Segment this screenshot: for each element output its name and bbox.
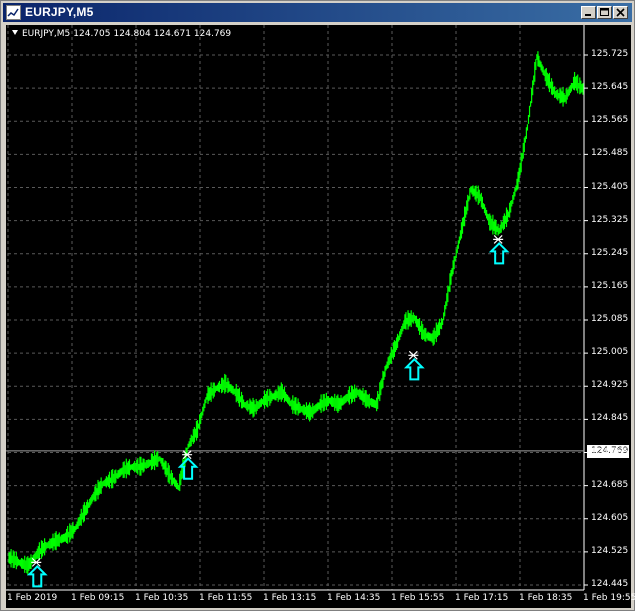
y-tick-label: 125.245	[591, 247, 629, 258]
arrow-shape	[488, 241, 510, 265]
x-tick-label: 1 Feb 19:55	[583, 593, 635, 603]
y-tick-label: 124.765	[591, 446, 629, 457]
y-tick-label: 125.325	[591, 214, 629, 225]
y-tick-label: 124.525	[591, 545, 629, 556]
x-tick-label: 1 Feb 18:35	[519, 593, 573, 603]
x-tick-label: 1 Feb 17:15	[455, 593, 509, 603]
buy-signal-arrow-icon	[26, 557, 48, 588]
y-tick-label: 124.605	[591, 512, 629, 523]
close-button[interactable]	[613, 6, 628, 19]
chart-header: EURJPY,M5 124.705 124.804 124.671 124.769	[12, 29, 234, 39]
y-tick-label: 125.725	[591, 49, 629, 59]
window-title: EURJPY,M5	[25, 5, 94, 19]
chart-window: EURJPY,M5 EURJPY,M5 124.705 124.804 124.671…	[0, 0, 635, 611]
buy-signal-arrow-icon	[488, 234, 510, 265]
y-tick-label: 125.005	[591, 347, 629, 358]
y-tick-label: 125.405	[591, 181, 629, 192]
maximize-button[interactable]	[597, 6, 612, 19]
minimize-icon	[585, 14, 591, 16]
x-tick-label: 1 Feb 13:15	[263, 593, 317, 603]
y-tick-label: 125.085	[591, 314, 629, 324]
x-tick-label: 1 Feb 2019	[7, 593, 58, 603]
y-tick-label: 124.925	[591, 380, 629, 391]
x-tick-label: 1 Feb 15:55	[391, 593, 445, 603]
y-tick-label: 125.645	[591, 82, 629, 93]
x-tick-label: 1 Feb 14:35	[327, 593, 381, 603]
high-value: 124.804	[113, 29, 151, 39]
arrow-shape	[403, 357, 425, 381]
open-value: 124.705	[73, 29, 111, 39]
symbol-label: EURJPY,M5	[22, 29, 71, 39]
signal-star	[493, 234, 504, 244]
close-icon	[616, 8, 625, 17]
y-tick-label: 125.565	[591, 115, 629, 126]
chart-plot	[6, 25, 588, 591]
chart-app-icon	[6, 5, 21, 20]
y-tick-label: 125.485	[591, 148, 629, 159]
dropdown-triangle-icon[interactable]	[12, 30, 18, 35]
arrow-shape	[26, 564, 48, 588]
minimize-button[interactable]	[581, 6, 596, 19]
signal-star	[408, 350, 419, 360]
x-tick-label: 1 Feb 11:55	[199, 593, 253, 603]
y-tick-label: 124.445	[591, 579, 629, 589]
low-value: 124.671	[153, 29, 191, 39]
title-bar[interactable]: EURJPY,M5	[3, 3, 632, 22]
y-tick-label: 125.165	[591, 280, 629, 291]
close-value: 124.769	[193, 29, 232, 39]
price-chart[interactable]: EURJPY,M5 124.705 124.804 124.671 124.769 12…	[6, 25, 635, 608]
y-tick-label: 124.845	[591, 413, 629, 424]
buy-signal-arrow-icon	[403, 350, 425, 381]
signal-star	[31, 557, 42, 567]
maximize-icon	[600, 8, 609, 16]
x-tick-label: 1 Feb 09:15	[71, 593, 125, 603]
y-tick-label: 124.685	[591, 479, 629, 490]
x-tick-label: 1 Feb 10:35	[135, 593, 189, 603]
